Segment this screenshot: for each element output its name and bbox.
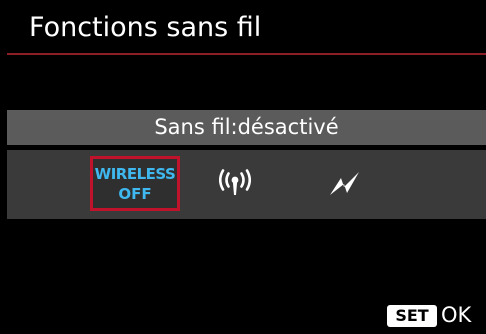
status-text: Sans fil:désactivé bbox=[154, 115, 339, 139]
header-divider bbox=[7, 53, 486, 55]
wireless-off-line2: OFF bbox=[118, 184, 152, 203]
camera-menu-screen: Fonctions sans fil Sans fil:désactivé WI… bbox=[0, 0, 486, 334]
set-button-label: SET bbox=[395, 306, 429, 325]
wifi-antenna-icon bbox=[218, 168, 252, 195]
options-bar: WIRELESS OFF bbox=[7, 150, 486, 219]
bluetooth-option[interactable] bbox=[300, 156, 390, 211]
wifi-option[interactable] bbox=[190, 156, 280, 211]
bluetooth-lightning-icon bbox=[330, 171, 359, 195]
page-title: Fonctions sans fil bbox=[29, 12, 262, 43]
status-bar: Sans fil:désactivé bbox=[7, 110, 486, 145]
wireless-off-line1: WIRELESS bbox=[94, 164, 176, 183]
menu-header: Fonctions sans fil bbox=[0, 0, 486, 62]
wireless-off-option[interactable]: WIRELESS OFF bbox=[90, 156, 180, 211]
set-button[interactable]: SET bbox=[387, 305, 437, 327]
ok-label: OK bbox=[441, 303, 472, 327]
